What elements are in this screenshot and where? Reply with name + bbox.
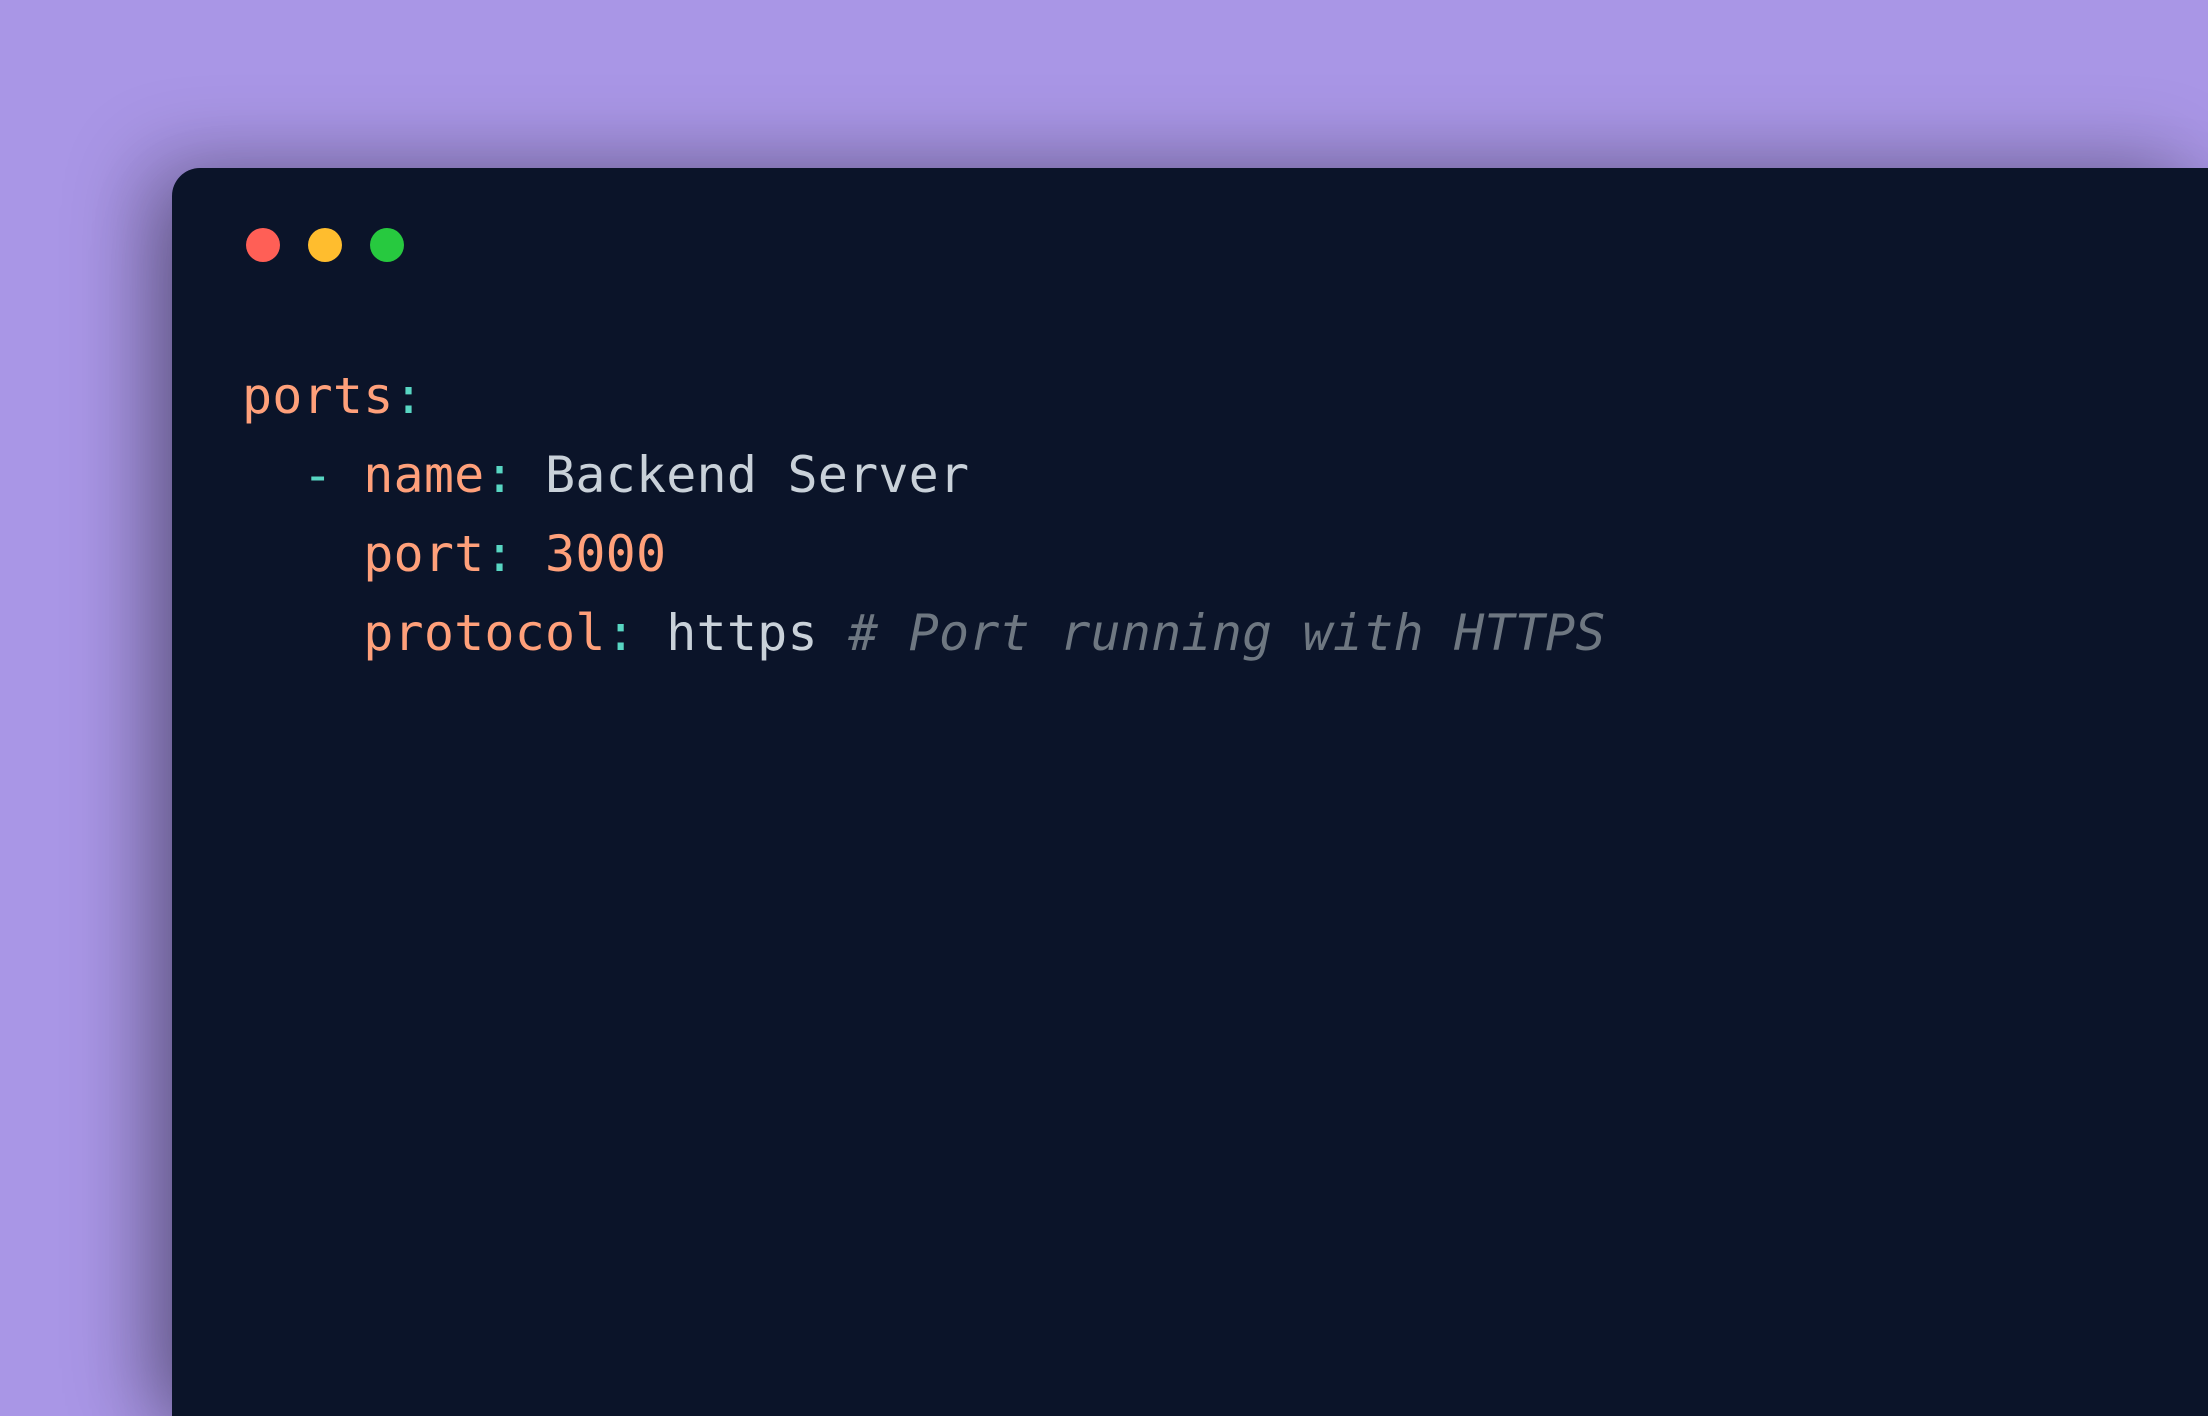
close-icon[interactable] [246,228,280,262]
yaml-key: ports [242,367,394,425]
yaml-key: protocol [363,604,605,662]
yaml-colon: : [394,367,424,425]
minimize-icon[interactable] [308,228,342,262]
yaml-colon: : [484,446,545,504]
yaml-key: name [363,446,484,504]
yaml-string: Backend Server [545,446,969,504]
yaml-indent [242,446,303,504]
maximize-icon[interactable] [370,228,404,262]
yaml-indent [242,525,363,583]
code-block: ports: - name: Backend Server port: 3000… [242,357,2138,673]
traffic-lights [246,228,2138,262]
yaml-number: 3000 [545,525,666,583]
code-window: ports: - name: Backend Server port: 3000… [172,168,2208,1416]
yaml-string: https [666,604,848,662]
yaml-indent [242,604,363,662]
yaml-key: port [363,525,484,583]
yaml-dash: - [303,446,364,504]
yaml-colon: : [484,525,545,583]
yaml-comment: # Port running with HTTPS [848,604,1606,662]
yaml-colon: : [606,604,667,662]
